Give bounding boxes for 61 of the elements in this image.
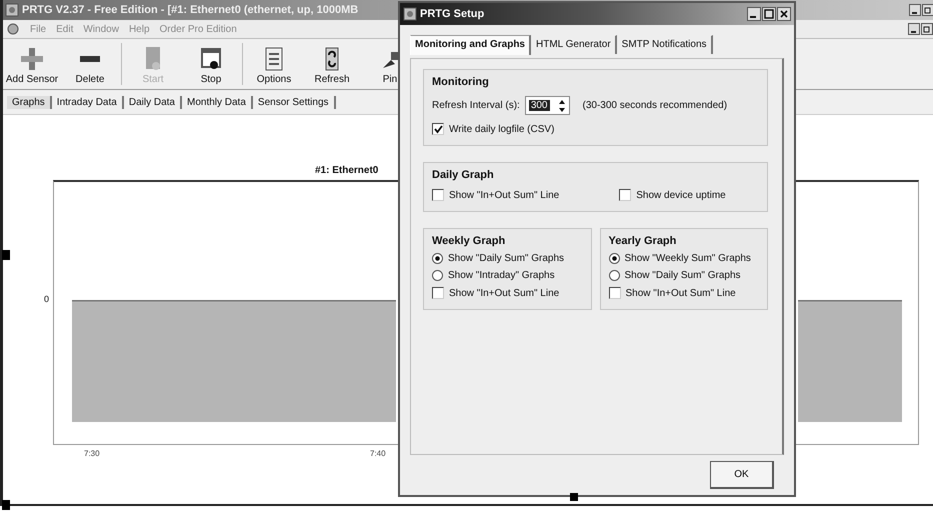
- checkbox[interactable]: [608, 287, 620, 299]
- app-icon: [5, 3, 19, 17]
- checkbox[interactable]: [432, 123, 444, 135]
- check-icon: [434, 124, 442, 134]
- toolbar-button[interactable]: Stop: [182, 39, 240, 89]
- graph-title: #1: Ethernet0: [315, 165, 378, 176]
- spin-arrows-icon: [558, 98, 566, 112]
- checkbox-label: Show "In+Out Sum" Line: [449, 288, 560, 298]
- tab[interactable]: Sensor Settings: [252, 96, 336, 108]
- radio-label: Show "Intraday" Graphs: [448, 270, 555, 281]
- window-title: PRTG V2.37 - Free Edition - [#1: Ethernet0 (ethernet, up, 1000MB: [22, 4, 358, 16]
- minimize-icon: [909, 4, 921, 16]
- radio-label: Show "Weekly Sum" Graphs: [624, 253, 751, 264]
- group-title: Monitoring: [432, 76, 490, 88]
- minimize-icon: [908, 23, 920, 35]
- tab[interactable]: Intraday Data: [52, 96, 124, 108]
- checkbox-label: Write daily logfile (CSV): [449, 124, 554, 134]
- tab[interactable]: Monthly Data: [182, 96, 253, 108]
- toolbar-button[interactable]: Options: [245, 39, 303, 89]
- close-icon: [777, 7, 791, 21]
- tab[interactable]: Monitoring and Graphs: [410, 35, 531, 55]
- checkbox-label: Show "In+Out Sum" Line: [449, 190, 560, 200]
- group-title: Weekly Graph: [432, 235, 506, 247]
- toolbar-button[interactable]: Add Sensor: [3, 39, 61, 89]
- tab[interactable]: Graphs: [7, 96, 52, 108]
- axis-tick-label: 7:30: [84, 449, 100, 458]
- radio-button[interactable]: [608, 253, 620, 264]
- group-title: Yearly Graph: [608, 235, 678, 247]
- spin-field[interactable]: 300: [524, 96, 570, 115]
- checkbox-label: Show "In+Out Sum" Line: [626, 288, 736, 298]
- checkbox[interactable]: [432, 287, 444, 299]
- checkbox[interactable]: [619, 189, 632, 201]
- toolbar-button[interactable]: Delete: [61, 39, 119, 89]
- checkbox-label: Show device uptime: [636, 190, 726, 200]
- radio-label: Show "Daily Sum" Graphs: [448, 253, 564, 264]
- tab[interactable]: Daily Data: [124, 96, 182, 108]
- tab[interactable]: HTML Generator: [531, 35, 617, 54]
- selection-handle: [2, 250, 10, 260]
- hint-text: (30-300 seconds recommended): [582, 100, 728, 111]
- minimize-icon: [747, 7, 761, 21]
- radio-label: Show "Daily Sum" Graphs: [624, 270, 741, 281]
- selection-handle: [2, 500, 10, 510]
- ok-button[interactable]: OK: [710, 461, 774, 489]
- dialog-title: PRTG Setup: [420, 8, 484, 20]
- tab[interactable]: SMTP Notifications: [616, 35, 712, 54]
- group-title: Daily Graph: [432, 169, 495, 181]
- toolbar-button[interactable]: Refresh: [303, 39, 361, 89]
- radio-button[interactable]: [432, 270, 443, 281]
- axis-tick-label: 0: [44, 294, 50, 304]
- minus-icon: [80, 56, 100, 62]
- maximize-icon: [762, 7, 776, 21]
- radio-button[interactable]: [432, 253, 443, 264]
- field-label: Refresh Interval (s):: [432, 100, 520, 111]
- app-icon: [403, 7, 417, 21]
- restore-icon: [922, 4, 933, 16]
- selection-handle: [570, 493, 578, 501]
- radio-button[interactable]: [608, 270, 620, 281]
- restore-icon: [921, 23, 933, 35]
- checkbox[interactable]: [432, 189, 444, 201]
- app-icon: [6, 22, 20, 36]
- axis-tick-label: 7:40: [370, 449, 386, 458]
